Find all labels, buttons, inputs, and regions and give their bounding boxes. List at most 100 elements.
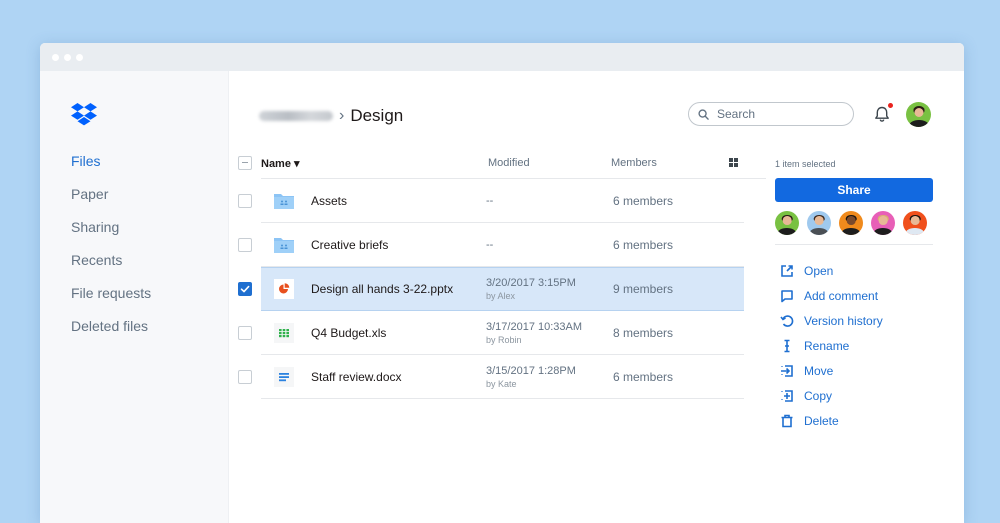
window-dot[interactable] bbox=[76, 54, 83, 61]
sidebar-item-recents[interactable]: Recents bbox=[71, 252, 151, 285]
file-modified: 3/20/2017 3:15PM by Alex bbox=[486, 277, 576, 303]
member-avatar[interactable] bbox=[871, 211, 895, 235]
file-list: Assets -- 6 members Creative briefs -- 6… bbox=[229, 179, 744, 399]
breadcrumb: › Design bbox=[259, 106, 403, 126]
file-row[interactable]: Creative briefs -- 6 members bbox=[229, 223, 744, 267]
file-modified: -- bbox=[486, 195, 493, 208]
sidebar: Files Paper Sharing Recents File request… bbox=[40, 71, 229, 523]
checkmark-icon bbox=[240, 285, 250, 293]
action-label: Delete bbox=[804, 413, 839, 428]
user-avatar[interactable] bbox=[906, 102, 931, 127]
trash-icon bbox=[781, 414, 793, 427]
breadcrumb-current: Design bbox=[350, 106, 404, 125]
column-header-modified[interactable]: Modified bbox=[488, 157, 530, 169]
sidebar-item-file-requests[interactable]: File requests bbox=[71, 285, 151, 318]
document-file-icon bbox=[274, 367, 294, 387]
open-external-icon bbox=[781, 264, 793, 277]
sidebar-item-deleted-files[interactable]: Deleted files bbox=[71, 318, 151, 351]
member-avatar[interactable] bbox=[775, 211, 799, 235]
row-checkbox[interactable] bbox=[238, 370, 252, 384]
modified-date: 3/15/2017 1:28PM bbox=[486, 365, 576, 377]
search-icon bbox=[698, 108, 709, 120]
file-name[interactable]: Creative briefs bbox=[311, 238, 388, 252]
search-input[interactable] bbox=[715, 106, 839, 122]
panel-divider bbox=[775, 244, 933, 245]
rename-icon bbox=[784, 339, 790, 352]
action-label: Rename bbox=[804, 338, 850, 353]
search-box[interactable] bbox=[688, 102, 854, 126]
modified-date: 3/20/2017 3:15PM bbox=[486, 277, 576, 289]
member-avatar[interactable] bbox=[839, 211, 863, 235]
modified-by: by Robin bbox=[486, 335, 522, 345]
file-modified: 3/17/2017 10:33AM by Robin bbox=[486, 321, 582, 347]
share-button[interactable]: Share bbox=[775, 178, 933, 202]
modified-by: by Kate bbox=[486, 379, 517, 389]
spreadsheet-file-icon bbox=[274, 323, 294, 343]
modified-date: -- bbox=[486, 195, 494, 207]
presentation-file-icon bbox=[274, 279, 294, 299]
row-checkbox[interactable] bbox=[238, 194, 252, 208]
window-dot[interactable] bbox=[52, 54, 59, 61]
copy-icon bbox=[781, 389, 793, 402]
breadcrumb-parent-blurred[interactable] bbox=[259, 111, 333, 121]
file-members: 8 members bbox=[613, 326, 674, 340]
row-checkbox[interactable] bbox=[238, 238, 252, 252]
sidebar-item-paper[interactable]: Paper bbox=[71, 186, 151, 219]
grid-view-icon[interactable] bbox=[729, 158, 738, 167]
column-header-members[interactable]: Members bbox=[611, 157, 657, 169]
action-move[interactable]: Move bbox=[775, 358, 933, 383]
file-members: 6 members bbox=[613, 194, 674, 208]
modified-date: 3/17/2017 10:33AM bbox=[486, 321, 583, 333]
file-members: 6 members bbox=[613, 238, 674, 252]
action-open[interactable]: Open bbox=[775, 258, 933, 283]
avatar-body bbox=[909, 119, 928, 127]
action-rename[interactable]: Rename bbox=[775, 333, 933, 358]
action-version-history[interactable]: Version history bbox=[775, 308, 933, 333]
shared-folder-icon bbox=[274, 194, 294, 209]
action-label: Version history bbox=[804, 313, 883, 328]
window-dot[interactable] bbox=[64, 54, 71, 61]
shared-folder-icon bbox=[274, 238, 294, 253]
file-table-header: Name ▾ Modified Members bbox=[229, 151, 766, 179]
selection-count: 1 item selected bbox=[775, 159, 836, 169]
move-icon bbox=[781, 364, 793, 377]
notification-badge bbox=[888, 103, 893, 108]
action-label: Add comment bbox=[804, 288, 879, 303]
app-window: Files Paper Sharing Recents File request… bbox=[40, 43, 964, 523]
details-panel: 1 item selected Share Open Add comment V… bbox=[775, 151, 933, 433]
select-all-checkbox[interactable] bbox=[238, 156, 252, 170]
action-label: Move bbox=[804, 363, 834, 378]
column-header-name[interactable]: Name ▾ bbox=[261, 157, 300, 170]
file-row-selected[interactable]: Design all hands 3-22.pptx 3/20/2017 3:1… bbox=[229, 267, 744, 311]
action-add-comment[interactable]: Add comment bbox=[775, 283, 933, 308]
member-avatar[interactable] bbox=[903, 211, 927, 235]
member-avatar[interactable] bbox=[807, 211, 831, 235]
file-row[interactable]: Staff review.docx 3/15/2017 1:28PM by Ka… bbox=[229, 355, 744, 399]
row-divider bbox=[261, 398, 744, 399]
version-history-icon bbox=[780, 314, 794, 327]
file-modified: -- bbox=[486, 239, 493, 252]
file-name[interactable]: Assets bbox=[311, 194, 347, 208]
member-avatars bbox=[775, 211, 933, 235]
row-checkbox[interactable] bbox=[238, 326, 252, 340]
window-titlebar bbox=[40, 43, 964, 71]
file-name[interactable]: Design all hands 3-22.pptx bbox=[311, 282, 453, 296]
comment-icon bbox=[781, 289, 793, 302]
file-name[interactable]: Staff review.docx bbox=[311, 370, 402, 384]
file-members: 6 members bbox=[613, 370, 674, 384]
sidebar-item-files[interactable]: Files bbox=[71, 153, 151, 186]
action-copy[interactable]: Copy bbox=[775, 383, 933, 408]
action-label: Open bbox=[804, 263, 834, 278]
dropbox-logo-icon[interactable] bbox=[71, 103, 97, 127]
sidebar-item-sharing[interactable]: Sharing bbox=[71, 219, 151, 252]
action-delete[interactable]: Delete bbox=[775, 408, 933, 433]
file-members: 9 members bbox=[613, 282, 674, 296]
action-label: Copy bbox=[804, 388, 833, 403]
file-modified: 3/15/2017 1:28PM by Kate bbox=[486, 365, 576, 391]
file-row[interactable]: Assets -- 6 members bbox=[229, 179, 744, 223]
modified-by: by Alex bbox=[486, 291, 516, 301]
file-row[interactable]: Q4 Budget.xls 3/17/2017 10:33AM by Robin… bbox=[229, 311, 744, 355]
avatar-face bbox=[914, 107, 923, 117]
row-checkbox-checked[interactable] bbox=[238, 282, 252, 296]
file-name[interactable]: Q4 Budget.xls bbox=[311, 326, 386, 340]
